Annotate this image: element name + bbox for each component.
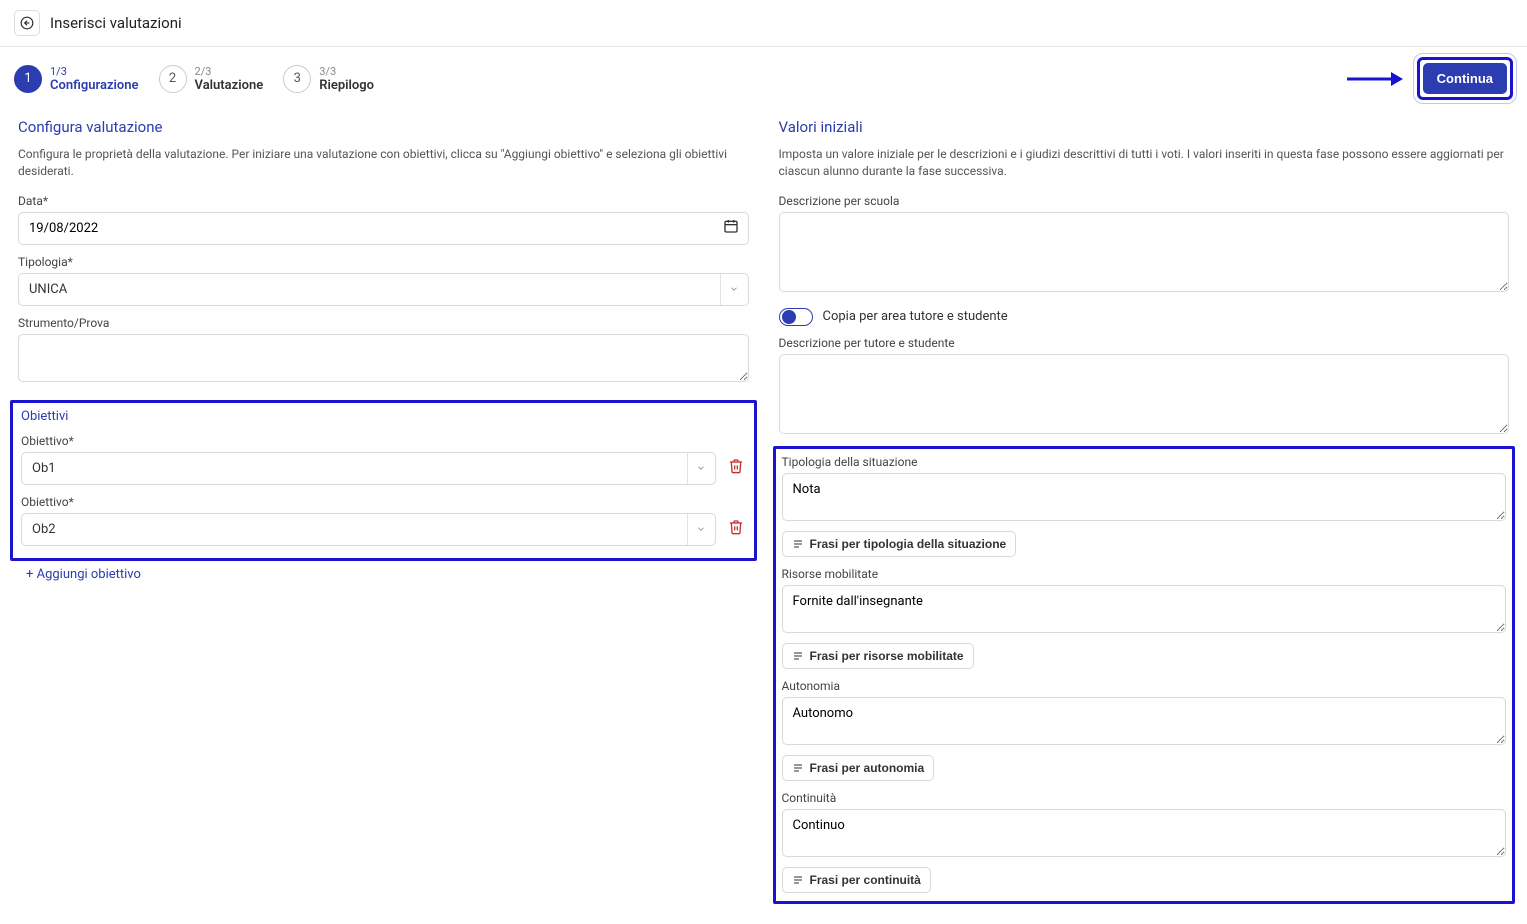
resources-textarea[interactable] <box>782 585 1507 633</box>
arrow-left-icon <box>20 16 34 30</box>
list-icon <box>792 538 804 550</box>
chevron-down-icon <box>687 453 715 484</box>
list-icon <box>792 874 804 886</box>
desc-tutor-label: Descrizione per tutore e studente <box>779 336 1510 350</box>
desc-tutor-textarea[interactable] <box>779 354 1510 434</box>
tool-textarea[interactable] <box>18 334 749 382</box>
stepper: 1 1/3 Configurazione 2 2/3 Valutazione 3… <box>14 65 374 93</box>
objective-select[interactable]: Ob1 <box>21 452 716 485</box>
type-select[interactable]: UNICA <box>18 273 749 306</box>
step-riepilogo[interactable]: 3 3/3 Riepilogo <box>283 65 374 93</box>
left-column: Configura valutazione Configura le propr… <box>18 110 749 904</box>
page-title: Inserisci valutazioni <box>50 14 182 32</box>
list-icon <box>792 762 804 774</box>
type-value: UNICA <box>19 274 720 305</box>
page-header: Inserisci valutazioni <box>0 0 1527 47</box>
desc-school-label: Descrizione per scuola <box>779 194 1510 208</box>
step-number: 2 <box>159 65 187 93</box>
chevron-down-icon <box>687 514 715 545</box>
back-button[interactable] <box>14 10 40 36</box>
date-input[interactable] <box>18 212 749 245</box>
objective-value: Ob2 <box>22 514 687 545</box>
chevron-down-icon <box>720 274 748 305</box>
right-column: Valori iniziali Imposta un valore inizia… <box>779 110 1510 904</box>
objectives-title: Obiettivi <box>21 409 746 424</box>
date-field-wrap <box>18 212 749 245</box>
step-fraction: 1/3 <box>50 65 139 78</box>
objective-row: Ob2 <box>21 513 746 546</box>
delete-objective-button[interactable] <box>726 517 746 541</box>
objective-row: Ob1 <box>21 452 746 485</box>
button-label: Frasi per autonomia <box>810 761 925 775</box>
copy-toggle[interactable] <box>779 308 813 326</box>
step-fraction: 3/3 <box>319 65 374 78</box>
objective-value: Ob1 <box>22 453 687 484</box>
type-label: Tipologia* <box>18 255 749 269</box>
continue-button[interactable]: Continua <box>1423 63 1507 94</box>
trash-icon <box>728 458 744 474</box>
main-columns: Configura valutazione Configura le propr… <box>0 110 1527 924</box>
objective-label: Obiettivo* <box>21 434 746 448</box>
toggle-knob <box>782 310 796 324</box>
continuity-phrases-button[interactable]: Frasi per continuità <box>782 867 931 893</box>
annotation-highlight: Continua <box>1417 57 1513 100</box>
continuity-label: Continuità <box>782 791 1507 805</box>
delete-objective-button[interactable] <box>726 456 746 480</box>
step-label: Valutazione <box>195 78 264 93</box>
stepper-bar: 1 1/3 Configurazione 2 2/3 Valutazione 3… <box>0 47 1527 110</box>
section-description: Imposta un valore iniziale per le descri… <box>779 146 1510 180</box>
button-label: Frasi per continuità <box>810 873 921 887</box>
step-fraction: 2/3 <box>195 65 264 78</box>
add-objective-link[interactable]: + Aggiungi obiettivo <box>26 567 141 582</box>
continuity-textarea[interactable] <box>782 809 1507 857</box>
tool-label: Strumento/Prova <box>18 316 749 330</box>
step-label: Configurazione <box>50 78 139 93</box>
objective-label: Obiettivo* <box>21 495 746 509</box>
objective-select[interactable]: Ob2 <box>21 513 716 546</box>
step-label: Riepilogo <box>319 78 374 93</box>
copy-toggle-row: Copia per area tutore e studente <box>779 308 1510 326</box>
date-label: Data* <box>18 194 749 208</box>
annotation-arrow-icon <box>1347 70 1403 88</box>
resources-phrases-button[interactable]: Frasi per risorse mobilitate <box>782 643 974 669</box>
section-title: Configura valutazione <box>18 118 749 136</box>
situation-textarea[interactable] <box>782 473 1507 521</box>
resources-label: Risorse mobilitate <box>782 567 1507 581</box>
section-title: Valori iniziali <box>779 118 1510 136</box>
step-number: 1 <box>14 65 42 93</box>
autonomy-phrases-button[interactable]: Frasi per autonomia <box>782 755 935 781</box>
situation-label: Tipologia della situazione <box>782 455 1507 469</box>
step-valutazione[interactable]: 2 2/3 Valutazione <box>159 65 264 93</box>
annotation-highlight: Obiettivi Obiettivo* Ob1 Obiettivo* <box>10 400 757 561</box>
autonomy-textarea[interactable] <box>782 697 1507 745</box>
annotation-highlight: Tipologia della situazione Frasi per tip… <box>773 446 1516 904</box>
copy-toggle-label: Copia per area tutore e studente <box>823 309 1008 324</box>
section-description: Configura le proprietà della valutazione… <box>18 146 749 180</box>
desc-school-textarea[interactable] <box>779 212 1510 292</box>
button-label: Frasi per tipologia della situazione <box>810 537 1007 551</box>
trash-icon <box>728 519 744 535</box>
calendar-icon[interactable] <box>723 218 739 238</box>
step-number: 3 <box>283 65 311 93</box>
autonomy-label: Autonomia <box>782 679 1507 693</box>
continue-region: Continua <box>1347 57 1513 100</box>
list-icon <box>792 650 804 662</box>
situation-phrases-button[interactable]: Frasi per tipologia della situazione <box>782 531 1017 557</box>
step-configurazione[interactable]: 1 1/3 Configurazione <box>14 65 139 93</box>
button-label: Frasi per risorse mobilitate <box>810 649 964 663</box>
